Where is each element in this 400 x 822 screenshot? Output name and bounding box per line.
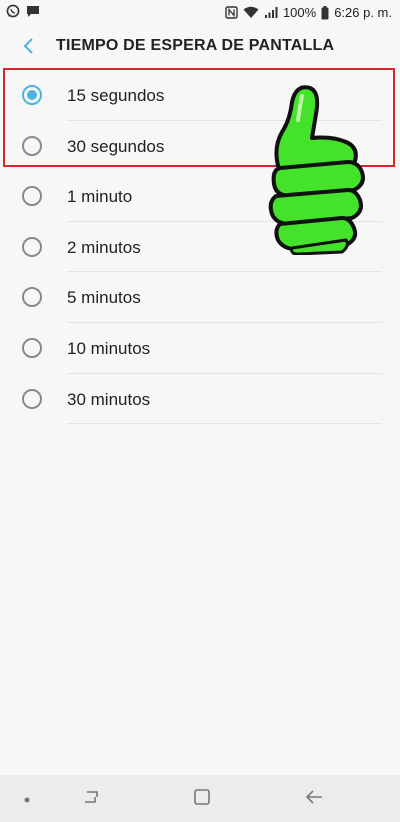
signal-icon — [264, 6, 278, 19]
app-bar: TIEMPO DE ESPERA DE PANTALLA — [0, 26, 400, 68]
divider — [67, 423, 382, 425]
radio-unselected[interactable] — [22, 236, 42, 257]
radio-selected[interactable] — [22, 85, 42, 105]
whatsapp-icon — [6, 4, 20, 18]
nfc-icon — [225, 6, 238, 19]
wifi-icon — [243, 6, 259, 19]
battery-percent: 100% — [282, 5, 317, 20]
battery-icon — [321, 5, 329, 20]
radio-unselected[interactable] — [22, 337, 42, 358]
back-icon — [304, 789, 324, 810]
recent-apps-button[interactable] — [77, 785, 105, 813]
option-label: 5 minutos — [67, 288, 141, 308]
nav-dot-button[interactable] — [13, 785, 41, 813]
home-icon — [193, 788, 211, 811]
option-label: 15 segundos — [67, 86, 165, 105]
nav-back-button[interactable] — [300, 785, 328, 813]
back-button[interactable] — [14, 34, 42, 62]
option-30-minutos[interactable]: 30 minutos — [0, 374, 400, 425]
option-label: 30 minutos — [67, 389, 151, 409]
radio-unselected[interactable] — [22, 135, 42, 156]
radio-unselected[interactable] — [22, 388, 42, 409]
option-label: 30 segundos — [67, 136, 165, 156]
option-5-minutos[interactable]: 5 minutos — [0, 272, 400, 323]
thumbs-up-icon — [262, 80, 374, 256]
option-label: 2 minutos — [67, 237, 141, 257]
status-bar: 100% 6:26 p. m. — [0, 0, 400, 26]
status-time: 6:26 p. m. — [334, 5, 392, 20]
message-icon — [26, 5, 40, 18]
dot-icon — [24, 790, 30, 808]
option-label: 10 minutos — [67, 338, 151, 358]
page-title: TIEMPO DE ESPERA DE PANTALLA — [56, 37, 335, 54]
recent-apps-icon — [82, 789, 100, 810]
radio-unselected[interactable] — [22, 287, 42, 308]
status-right: 100% 6:26 p. m. — [225, 5, 392, 20]
status-left — [6, 4, 40, 18]
home-button[interactable] — [188, 785, 216, 813]
back-arrow-icon — [22, 37, 34, 60]
radio-unselected[interactable] — [22, 186, 42, 207]
option-10-minutos[interactable]: 10 minutos — [0, 323, 400, 374]
nav-bar — [0, 775, 400, 822]
option-label: 1 minuto — [67, 187, 133, 207]
